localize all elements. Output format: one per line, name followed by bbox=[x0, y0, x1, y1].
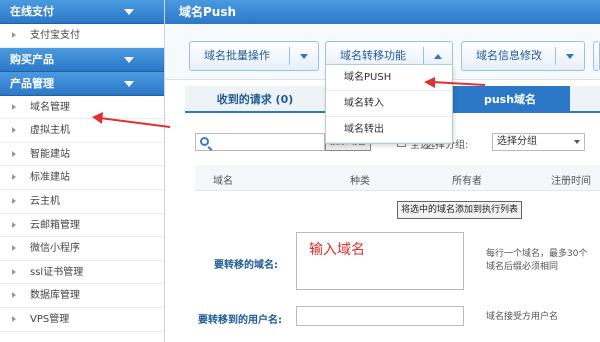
caret-up-icon bbox=[434, 54, 442, 59]
domain-placeholder: 输入域名 bbox=[309, 242, 365, 258]
arrow-right-icon bbox=[12, 127, 16, 134]
sidebar-item-label: 数据库管理 bbox=[30, 290, 80, 302]
column-type: 种类 bbox=[350, 176, 370, 187]
domain-hint-1: 每行一个域名，最多30个 bbox=[486, 249, 588, 259]
info-edit-label: 域名信息修改 bbox=[476, 49, 542, 62]
username-input[interactable] bbox=[296, 306, 464, 326]
menu-item-transfer-in[interactable]: 域名转入 bbox=[326, 91, 452, 117]
arrow-right-icon bbox=[12, 268, 16, 275]
transfer-dropdown: 域名PUSH 域名转入 域名转出 bbox=[325, 64, 453, 144]
sidebar-item-smart-site[interactable]: 智能建站 bbox=[0, 143, 164, 167]
sidebar-item-label: 虚拟主机 bbox=[30, 125, 70, 137]
page-title: 域名Push bbox=[165, 0, 600, 24]
chevron-down-icon bbox=[124, 9, 134, 15]
sidebar-item-std-site[interactable]: 标准建站 bbox=[0, 166, 164, 190]
group-select-value: 选择分组 bbox=[497, 136, 537, 147]
sidebar-item-label: 智能建站 bbox=[30, 148, 70, 160]
arrow-right-icon bbox=[12, 245, 16, 252]
domain-hint-2: 域名后缀必须相同 bbox=[486, 262, 559, 272]
sidebar-item-label: 域名管理 bbox=[30, 101, 70, 113]
chevron-down-icon bbox=[124, 80, 134, 87]
divider bbox=[289, 47, 290, 65]
column-reg-time: 注册时间 bbox=[551, 176, 591, 187]
sidebar-section-manage[interactable]: 产品管理 bbox=[0, 71, 164, 96]
arrow-right-icon bbox=[12, 174, 16, 181]
sidebar-item-alipay[interactable]: 支付宝支付 bbox=[0, 24, 164, 48]
sidebar-item-ssl[interactable]: ssl证书管理 bbox=[0, 261, 164, 285]
arrow-right-icon bbox=[12, 221, 16, 228]
batch-ops-label: 域名批量操作 bbox=[204, 49, 270, 62]
sidebar-item-cloud-mail[interactable]: 云邮箱管理 bbox=[0, 214, 164, 238]
user-label: 要转移到的用户名: bbox=[198, 315, 282, 326]
sidebar-item-vhost[interactable]: 虚拟主机 bbox=[0, 119, 164, 143]
divider bbox=[555, 47, 556, 65]
domain-textarea[interactable]: 输入域名 bbox=[296, 232, 464, 290]
domain-label: 要转移的域名: bbox=[214, 260, 278, 271]
sidebar-item-cloud-host[interactable]: 云主机 bbox=[0, 190, 164, 214]
sidebar-item-database[interactable]: 数据库管理 bbox=[0, 284, 164, 308]
arrow-right-icon bbox=[12, 32, 16, 38]
sidebar-item-label: 支付宝支付 bbox=[30, 30, 80, 41]
column-domain: 域名 bbox=[213, 176, 233, 187]
sidebar-section-buy[interactable]: 购买产品 bbox=[0, 47, 164, 72]
sidebar-item-label: 微信小程序 bbox=[30, 243, 80, 255]
sidebar-item-label: 云邮箱管理 bbox=[30, 219, 80, 231]
table-header: 域名 种类 所有者 注册时间 bbox=[195, 165, 600, 191]
sidebar-item-domain[interactable]: 域名管理 bbox=[0, 96, 164, 120]
user-hint: 域名接受方用户名 bbox=[486, 312, 559, 322]
tab-push[interactable]: push域名 bbox=[450, 86, 570, 113]
search-input[interactable] bbox=[195, 133, 325, 151]
search-icon bbox=[200, 137, 209, 146]
menu-item-transfer-out[interactable]: 域名转出 bbox=[326, 117, 452, 143]
sidebar-item-vps[interactable]: VPS管理 bbox=[0, 308, 164, 332]
more-button[interactable] bbox=[593, 41, 600, 71]
sidebar-section-label: 在线支付 bbox=[10, 5, 54, 18]
sidebar-item-label: 云主机 bbox=[30, 195, 60, 207]
transfer-label: 域名转移功能 bbox=[340, 49, 406, 62]
caret-down-icon bbox=[566, 54, 574, 59]
sidebar-item-label: VPS管理 bbox=[30, 313, 70, 325]
arrow-right-icon bbox=[12, 150, 16, 157]
caret-down-icon bbox=[300, 54, 308, 59]
arrow-right-icon bbox=[12, 315, 16, 322]
tab-received[interactable]: 收到的请求 (0) bbox=[185, 86, 325, 113]
arrow-right-icon bbox=[12, 197, 16, 204]
sidebar-section-online-pay[interactable]: 在线支付 bbox=[0, 0, 164, 24]
arrow-right-icon bbox=[12, 292, 16, 299]
info-edit-button[interactable]: 域名信息修改 bbox=[461, 41, 585, 71]
batch-ops-button[interactable]: 域名批量操作 bbox=[189, 41, 319, 71]
sidebar-section-label: 产品管理 bbox=[10, 76, 54, 90]
caret-down-icon bbox=[574, 140, 580, 144]
divider bbox=[423, 47, 424, 65]
add-to-list-button[interactable]: 将选中的域名添加到执行列表 bbox=[397, 201, 523, 219]
sidebar-item-label: ssl证书管理 bbox=[30, 266, 84, 278]
sidebar-item-label: 标准建站 bbox=[30, 172, 70, 184]
sidebar: 在线支付 支付宝支付 购买产品 产品管理 域名管理 虚拟主机 智能建站 标准建站… bbox=[0, 0, 165, 342]
arrow-right-icon bbox=[12, 103, 16, 110]
sidebar-item-wechat-app[interactable]: 微信小程序 bbox=[0, 237, 164, 261]
group-select[interactable]: 选择分组 bbox=[492, 133, 585, 151]
column-owner: 所有者 bbox=[452, 176, 482, 187]
chevron-down-icon bbox=[124, 56, 134, 63]
sidebar-section-label: 购买产品 bbox=[10, 52, 54, 66]
menu-item-push[interactable]: 域名PUSH bbox=[326, 65, 452, 91]
